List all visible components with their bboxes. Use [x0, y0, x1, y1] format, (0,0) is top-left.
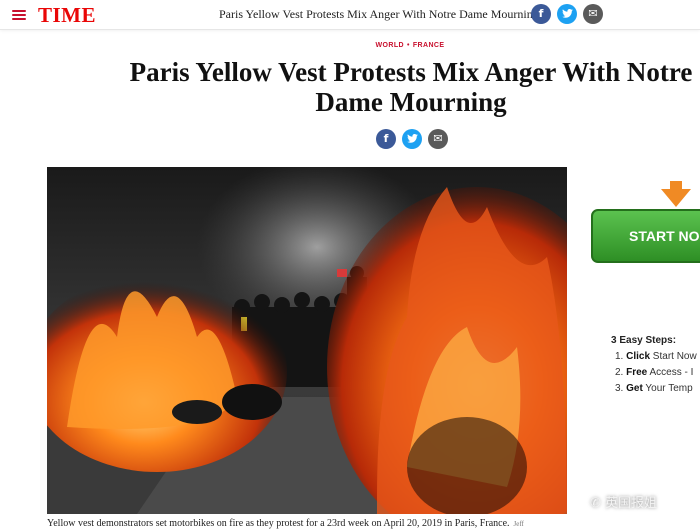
ad-step-text: Start Now [650, 351, 697, 362]
top-bar: TIME Paris Yellow Vest Protests Mix Ange… [0, 0, 700, 30]
section-france-link[interactable]: FRANCE [413, 42, 445, 49]
ad-start-button[interactable]: START NO [591, 209, 700, 263]
ad-step: 1. Click Start Now [615, 351, 697, 367]
wechat-icon: ✆ [590, 496, 601, 511]
facebook-share-icon[interactable]: f [531, 4, 551, 24]
caption-text: Yellow vest demonstrators set motorbikes… [47, 518, 510, 529]
watermark-text: 英国报姐 [605, 496, 658, 511]
section-separator: • [407, 42, 410, 49]
section-world-link[interactable]: WORLD [376, 42, 404, 49]
photo-caption: Yellow vest demonstrators set motorbikes… [47, 518, 607, 529]
top-bar-title: Paris Yellow Vest Protests Mix Anger Wit… [219, 7, 539, 21]
article-facebook-share-icon[interactable]: f [376, 129, 396, 149]
sidebar-ad: START NO 3 Easy Steps: 1. Click Start No… [583, 167, 700, 514]
ad-step: 3. Get Your Temp [615, 383, 697, 399]
ad-step-bold: Free [626, 367, 648, 378]
ad-steps-list: 1. Click Start Now 2. Free Access - I 3.… [615, 351, 697, 399]
ad-steps-title: 3 Easy Steps: [611, 335, 677, 346]
ad-step-number: 2. [615, 367, 624, 378]
article-twitter-share-icon[interactable] [402, 129, 422, 149]
caption-credit: Jeff [513, 520, 524, 528]
twitter-share-icon[interactable] [557, 4, 577, 24]
ad-step-number: 3. [615, 383, 624, 394]
menu-icon[interactable] [12, 10, 26, 20]
time-logo[interactable]: TIME [38, 3, 96, 27]
ad-step-text: Your Temp [642, 383, 693, 394]
ad-step-bold: Get [626, 383, 643, 394]
hero-photo [47, 167, 567, 514]
ad-step-number: 1. [615, 351, 624, 362]
section-label: WORLD • FRANCE [0, 42, 700, 49]
ad-step: 2. Free Access - I [615, 367, 697, 383]
email-share-icon[interactable]: ✉ [583, 4, 603, 24]
watermark: ✆ 英国报姐 [590, 492, 657, 511]
article-email-share-icon[interactable]: ✉ [428, 129, 448, 149]
article-headline: Paris Yellow Vest Protests Mix Anger Wit… [129, 57, 693, 117]
ad-step-bold: Click [626, 351, 651, 362]
down-arrow-icon [661, 189, 691, 207]
ad-step-text: Access - I [647, 367, 694, 378]
